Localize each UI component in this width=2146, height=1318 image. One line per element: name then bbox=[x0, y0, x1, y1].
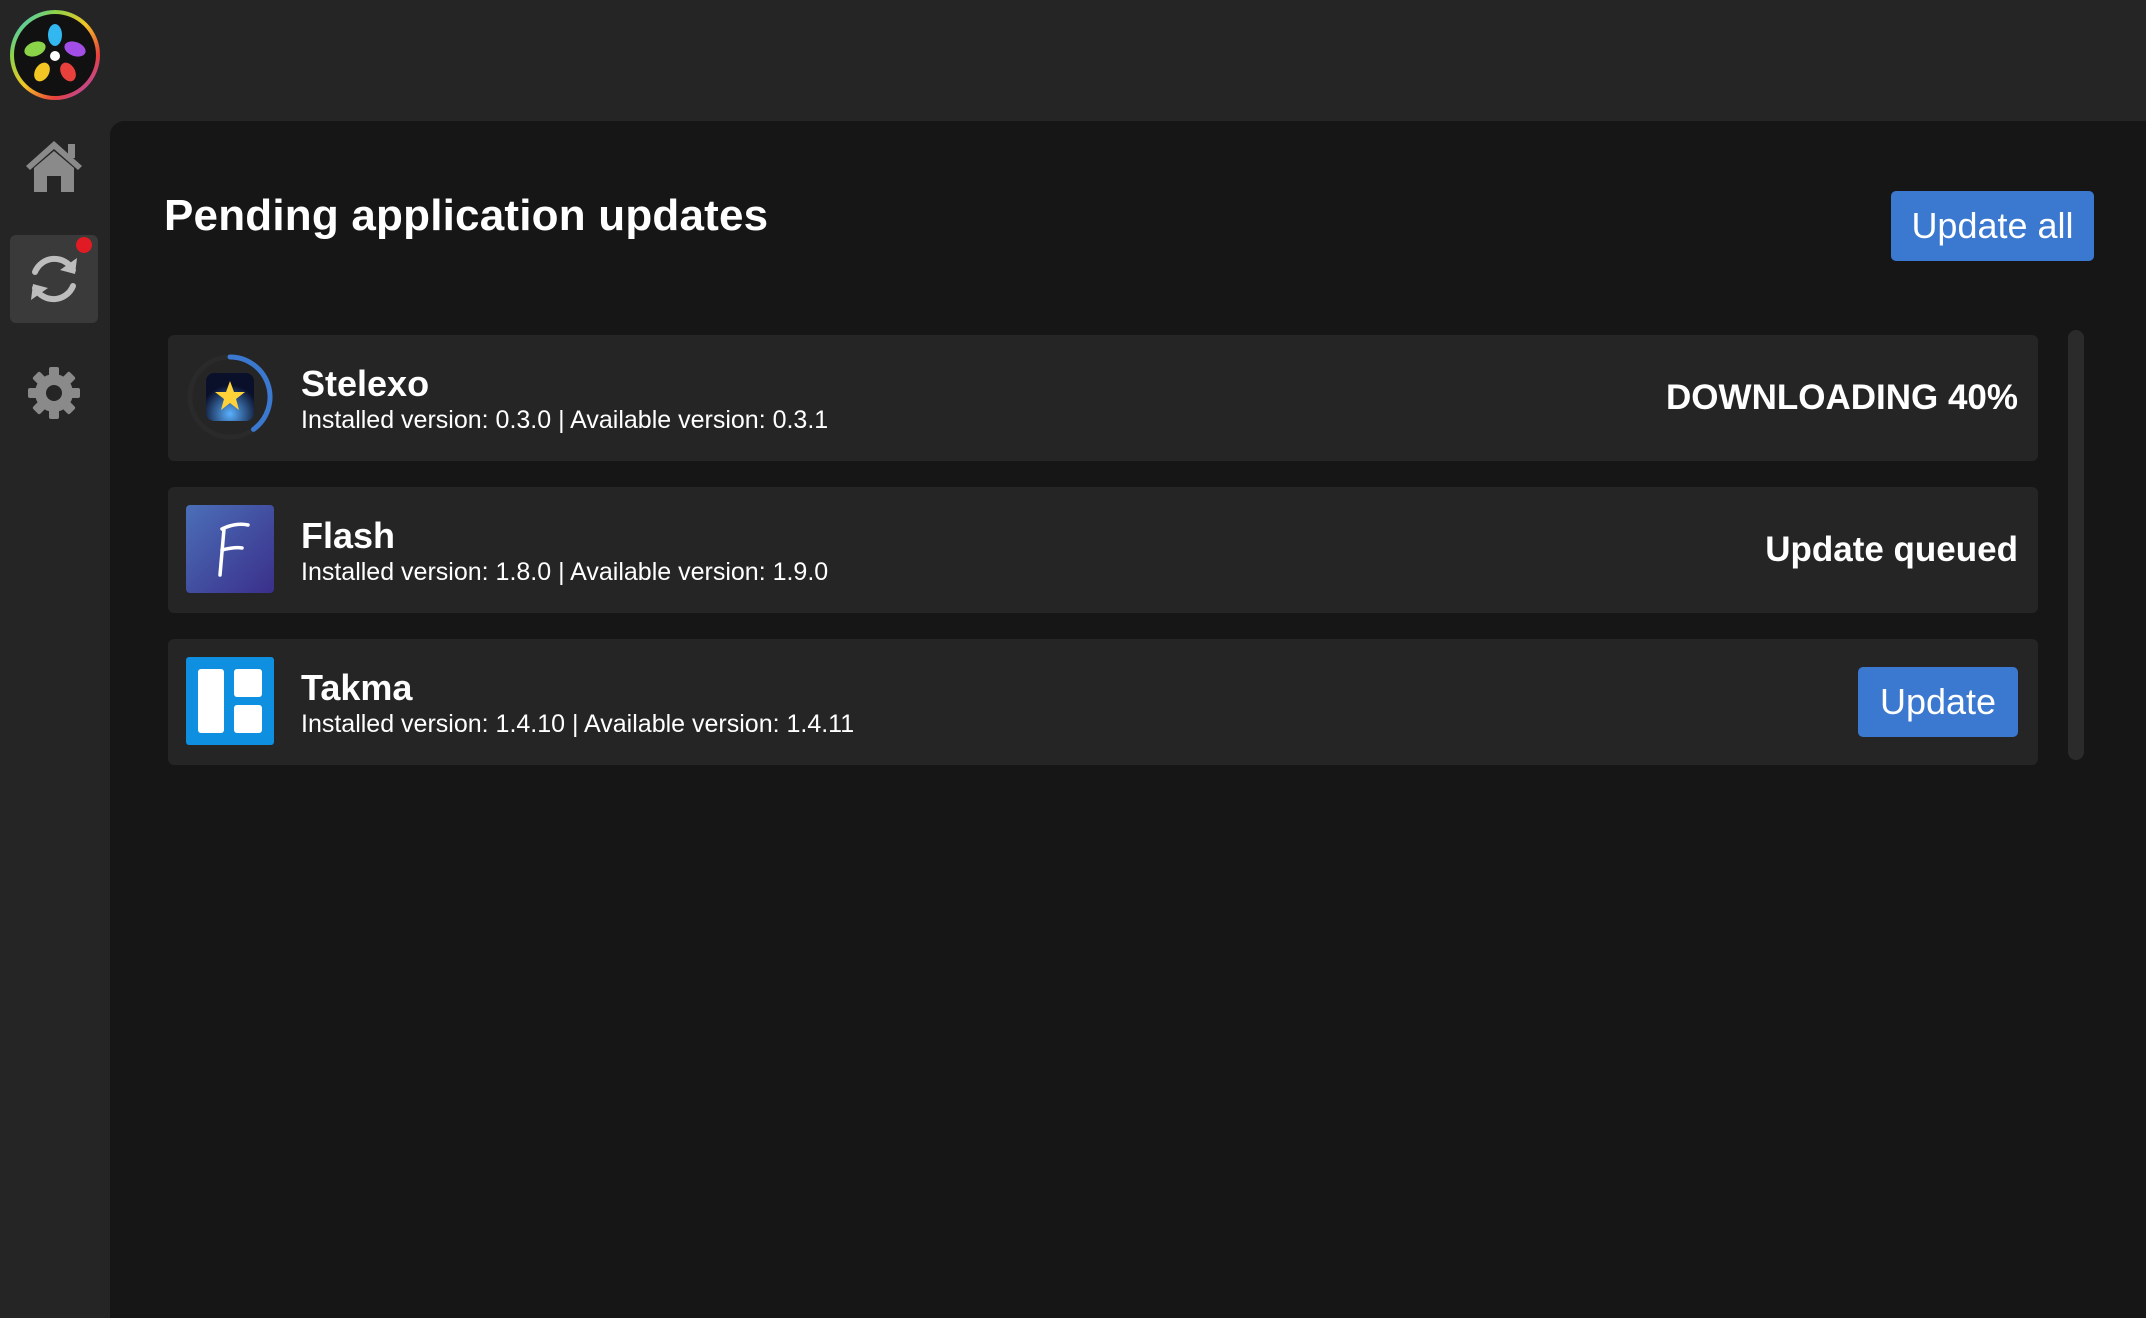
app-window: Pending application updates Update all S… bbox=[0, 0, 2146, 1318]
app-versions: Installed version: 0.3.0 | Available ver… bbox=[301, 406, 829, 434]
flash-f-icon bbox=[186, 505, 274, 593]
app-list: Stelexo Installed version: 0.3.0 | Avail… bbox=[168, 335, 2038, 791]
refresh-icon bbox=[25, 250, 83, 308]
sidebar-item-updates[interactable] bbox=[10, 235, 98, 323]
sidebar-item-home[interactable] bbox=[10, 122, 98, 210]
download-status: DOWNLOADING 40% bbox=[1666, 378, 2018, 417]
update-all-button[interactable]: Update all bbox=[1891, 191, 2094, 261]
sidebar bbox=[0, 0, 110, 1318]
page-title: Pending application updates bbox=[164, 191, 769, 240]
home-icon bbox=[24, 138, 84, 194]
app-row-takma: Takma Installed version: 1.4.10 | Availa… bbox=[168, 639, 2038, 765]
gear-icon bbox=[26, 365, 82, 421]
main-panel: Pending application updates Update all S… bbox=[110, 121, 2146, 1318]
stelexo-star-icon bbox=[186, 353, 274, 441]
takma-board-icon bbox=[186, 657, 274, 745]
rainbow-star-logo-icon bbox=[9, 9, 101, 101]
app-versions: Installed version: 1.4.10 | Available ve… bbox=[301, 710, 855, 738]
app-versions: Installed version: 1.8.0 | Available ver… bbox=[301, 558, 829, 586]
notification-badge bbox=[76, 237, 92, 253]
app-row-stelexo: Stelexo Installed version: 0.3.0 | Avail… bbox=[168, 335, 2038, 461]
update-button[interactable]: Update bbox=[1858, 667, 2018, 737]
app-row-flash: Flash Installed version: 1.8.0 | Availab… bbox=[168, 487, 2038, 613]
app-name: Takma bbox=[301, 667, 413, 708]
scrollbar[interactable] bbox=[2068, 330, 2084, 760]
queue-status: Update queued bbox=[1765, 530, 2018, 569]
app-name: Flash bbox=[301, 515, 396, 556]
app-name: Stelexo bbox=[301, 363, 430, 404]
sidebar-item-settings[interactable] bbox=[10, 349, 98, 437]
